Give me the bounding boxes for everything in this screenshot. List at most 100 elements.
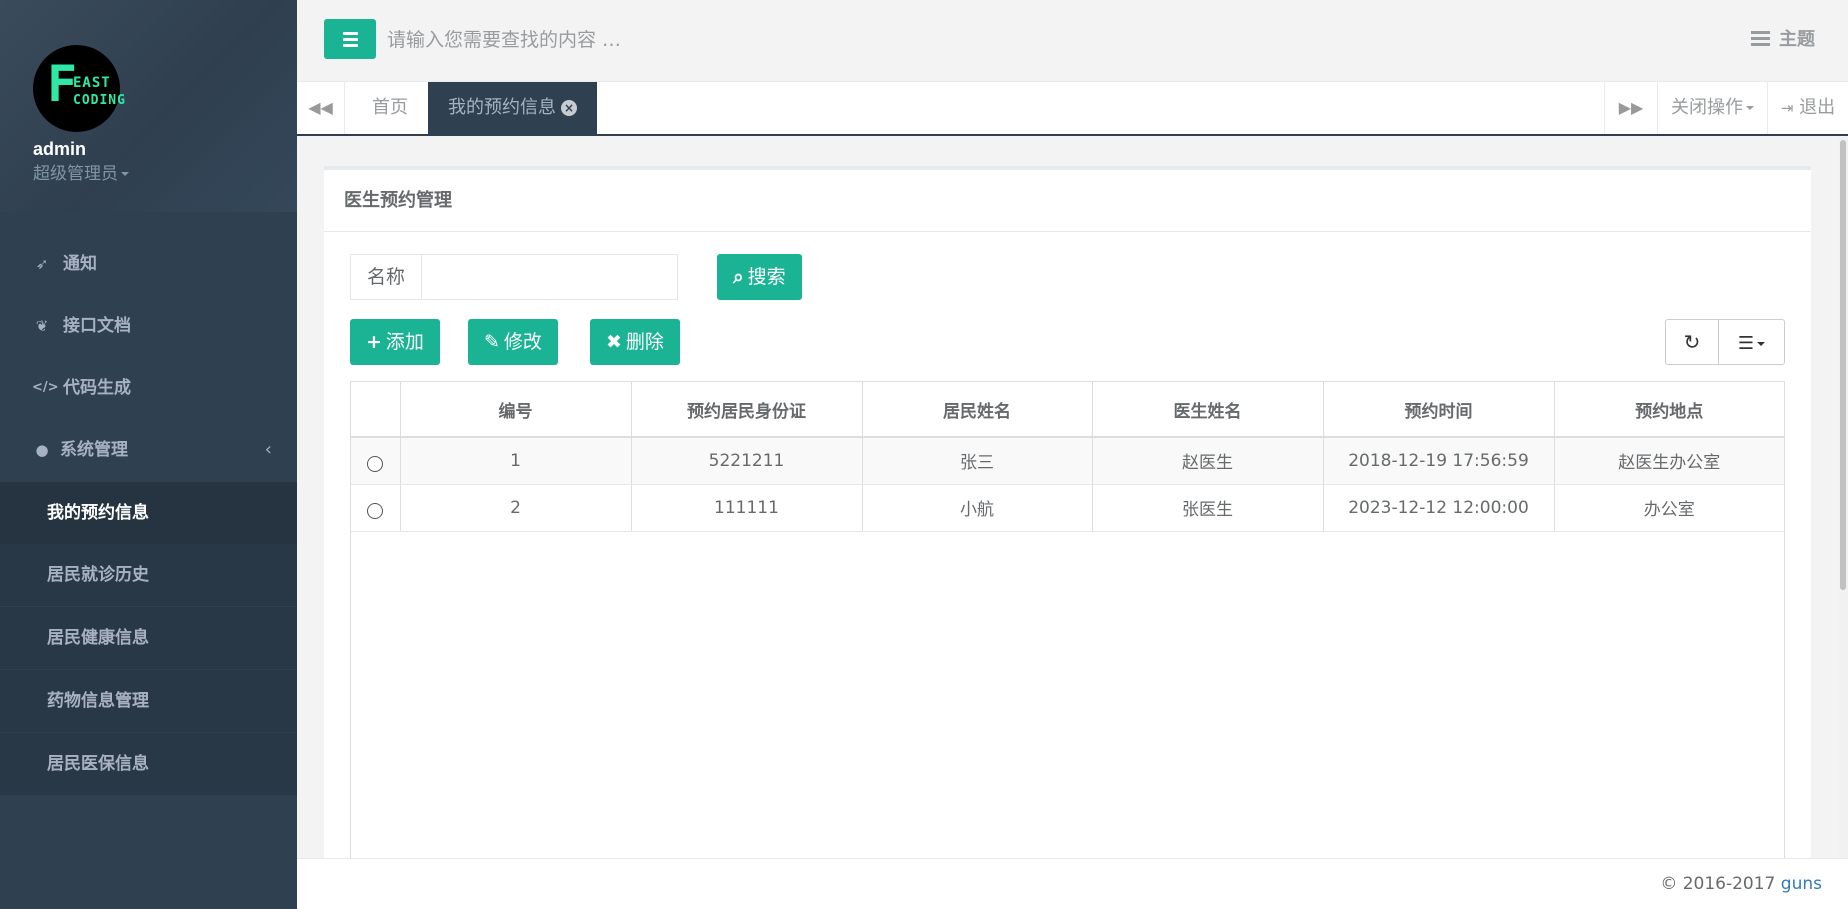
- appointments-table: 编号 预约居民身份证 居民姓名 医生姓名 预约时间 预约地点 1 5221211…: [350, 381, 1785, 880]
- table-cell: 赵医生办公室: [1554, 437, 1784, 485]
- sidebar-item-system[interactable]: ● 系统管理 ‹: [0, 419, 297, 481]
- sidebar-subitem-drug-info[interactable]: 药物信息管理: [0, 670, 297, 732]
- sidebar-item-api-docs[interactable]: ❦ 接口文档: [0, 295, 297, 357]
- sidebar-item-label: 通知: [63, 254, 97, 274]
- name-filter-label: 名称: [350, 254, 422, 300]
- content-scrollbar[interactable]: [1838, 138, 1848, 858]
- column-header-location[interactable]: 预约地点: [1554, 382, 1784, 438]
- name-filter-input[interactable]: [422, 254, 678, 300]
- table-header-row: 编号 预约居民身份证 居民姓名 医生姓名 预约时间 预约地点: [351, 382, 1784, 438]
- column-header-resident-name[interactable]: 居民姓名: [862, 382, 1093, 438]
- sidebar-item-label: 代码生成: [63, 378, 131, 398]
- search-button[interactable]: ⌕ 搜索: [717, 254, 802, 300]
- sidebar-item-label: 系统管理: [60, 440, 128, 460]
- sidebar-subitem-health-info[interactable]: 居民健康信息: [0, 607, 297, 669]
- sidebar-subitem-label: 我的预约信息: [47, 503, 149, 523]
- sidebar-item-code-gen[interactable]: </> 代码生成: [0, 357, 297, 419]
- sidebar-item-label: 接口文档: [63, 316, 131, 336]
- table-cell: 2023-12-12 12:00:00: [1323, 484, 1555, 532]
- main-content: 医生预约管理 名称 ⌕ 搜索 + 添加 ✎ 修改 ✖ 删除 ↻ ☰ 编号 预约居…: [297, 138, 1838, 880]
- tabs-scroll-left-button[interactable]: ◀◀: [297, 82, 345, 134]
- close-icon: ✖: [606, 331, 622, 353]
- column-header-resident-id[interactable]: 预约居民身份证: [631, 382, 863, 438]
- sidebar-item-notice[interactable]: ➶ 通知: [0, 233, 297, 295]
- tabs-scroll-right-button[interactable]: ▶▶: [1604, 82, 1658, 134]
- theme-button[interactable]: 主题: [1751, 28, 1815, 52]
- table-cell: 张医生: [1092, 484, 1324, 532]
- list-icon: ☰: [1737, 333, 1755, 354]
- sidebar-subitem-visit-history[interactable]: 居民就诊历史: [0, 544, 297, 606]
- table-cell: 张三: [862, 437, 1093, 485]
- sidebar-subitem-label: 药物信息管理: [47, 691, 149, 711]
- footer-copyright: © 2016-2017: [1660, 874, 1781, 894]
- panel-title: 医生预约管理: [324, 170, 1811, 232]
- add-button[interactable]: + 添加: [350, 319, 440, 365]
- table-cell: 5221211: [631, 437, 863, 485]
- logout-button[interactable]: ⇥ 退出: [1768, 82, 1848, 134]
- sidebar-subitem-label: 居民医保信息: [47, 754, 149, 774]
- close-operations-dropdown[interactable]: 关闭操作: [1658, 82, 1768, 134]
- tasks-icon: [1751, 31, 1770, 46]
- logo-text-line2: CODING: [73, 93, 126, 108]
- name-filter-group: 名称: [350, 254, 678, 300]
- refresh-icon: ↻: [1683, 330, 1701, 354]
- top-navbar: 主题: [297, 0, 1848, 82]
- edit-button[interactable]: ✎ 修改: [468, 319, 558, 365]
- tab-home[interactable]: 首页: [352, 82, 428, 134]
- code-icon: </>: [32, 380, 59, 395]
- refresh-button[interactable]: ↻: [1666, 320, 1719, 364]
- sidebar-filler: [0, 795, 297, 909]
- row-radio[interactable]: [367, 503, 384, 519]
- footer-link[interactable]: guns: [1781, 874, 1822, 894]
- global-search-input[interactable]: [387, 20, 887, 60]
- sidebar-subitem-label: 居民就诊历史: [47, 565, 149, 585]
- columns-toggle-button[interactable]: ☰: [1719, 320, 1784, 364]
- rocket-icon: ➶: [35, 255, 49, 273]
- tab-home-label: 首页: [372, 97, 408, 118]
- hamburger-icon: [343, 32, 358, 35]
- sidebar-subitem-insurance-info[interactable]: 居民医保信息: [0, 733, 297, 795]
- sidebar-subitem-my-appointments[interactable]: 我的预约信息: [0, 482, 297, 544]
- table-cell: 111111: [631, 484, 863, 532]
- close-tab-icon[interactable]: ×: [561, 100, 577, 116]
- row-select-cell[interactable]: [351, 437, 401, 485]
- tab-active-label: 我的预约信息: [448, 97, 556, 118]
- panel: 医生预约管理 名称 ⌕ 搜索 + 添加 ✎ 修改 ✖ 删除 ↻ ☰ 编号 预约居…: [324, 166, 1811, 880]
- table-cell: 赵医生: [1092, 437, 1324, 485]
- column-header-appointment-time[interactable]: 预约时间: [1323, 382, 1555, 438]
- backward-icon: ◀◀: [308, 98, 333, 117]
- table-row[interactable]: 1 5221211 张三 赵医生 2018-12-19 17:56:59 赵医生…: [351, 437, 1784, 485]
- footer: © 2016-2017 guns: [297, 858, 1848, 909]
- theme-label: 主题: [1779, 29, 1815, 50]
- column-header-id[interactable]: 编号: [400, 382, 632, 438]
- user-role-dropdown[interactable]: 超级管理员: [33, 164, 129, 184]
- leaf-icon: ❦: [35, 317, 49, 335]
- sign-out-icon: ⇥: [1780, 99, 1794, 117]
- profile-header: F EAST CODING admin 超级管理员: [0, 0, 297, 212]
- search-button-label: 搜索: [747, 266, 786, 288]
- hamburger-icon: [343, 38, 358, 41]
- caret-down-icon: [121, 172, 129, 176]
- scrollbar-thumb[interactable]: [1840, 140, 1846, 590]
- select-column-header: [351, 382, 401, 438]
- table-cell: 办公室: [1554, 484, 1784, 532]
- tab-my-appointments[interactable]: 我的预约信息 ×: [428, 82, 597, 134]
- logo-text-line1: EAST: [73, 75, 111, 91]
- table-cell: 1: [400, 437, 632, 485]
- user-name: admin: [33, 139, 87, 159]
- delete-button[interactable]: ✖ 删除: [590, 319, 680, 365]
- row-select-cell[interactable]: [351, 484, 401, 532]
- row-radio[interactable]: [367, 456, 384, 473]
- caret-down-icon: [1746, 106, 1754, 110]
- table-cell: 小航: [862, 484, 1093, 532]
- edit-button-label: 修改: [503, 331, 542, 353]
- edit-icon: ✎: [484, 331, 500, 353]
- logo: F EAST CODING: [33, 45, 125, 132]
- table-row[interactable]: 2 111111 小航 张医生 2023-12-12 12:00:00 办公室: [351, 484, 1784, 532]
- chevron-left-icon: ‹: [264, 439, 272, 460]
- menu-toggle-button[interactable]: [324, 19, 376, 59]
- hamburger-icon: [343, 44, 358, 47]
- column-header-doctor-name[interactable]: 医生姓名: [1092, 382, 1324, 438]
- delete-button-label: 删除: [625, 331, 664, 353]
- sidebar: F EAST CODING admin 超级管理员 ➶ 通知 ❦ 接口文档 </…: [0, 0, 297, 909]
